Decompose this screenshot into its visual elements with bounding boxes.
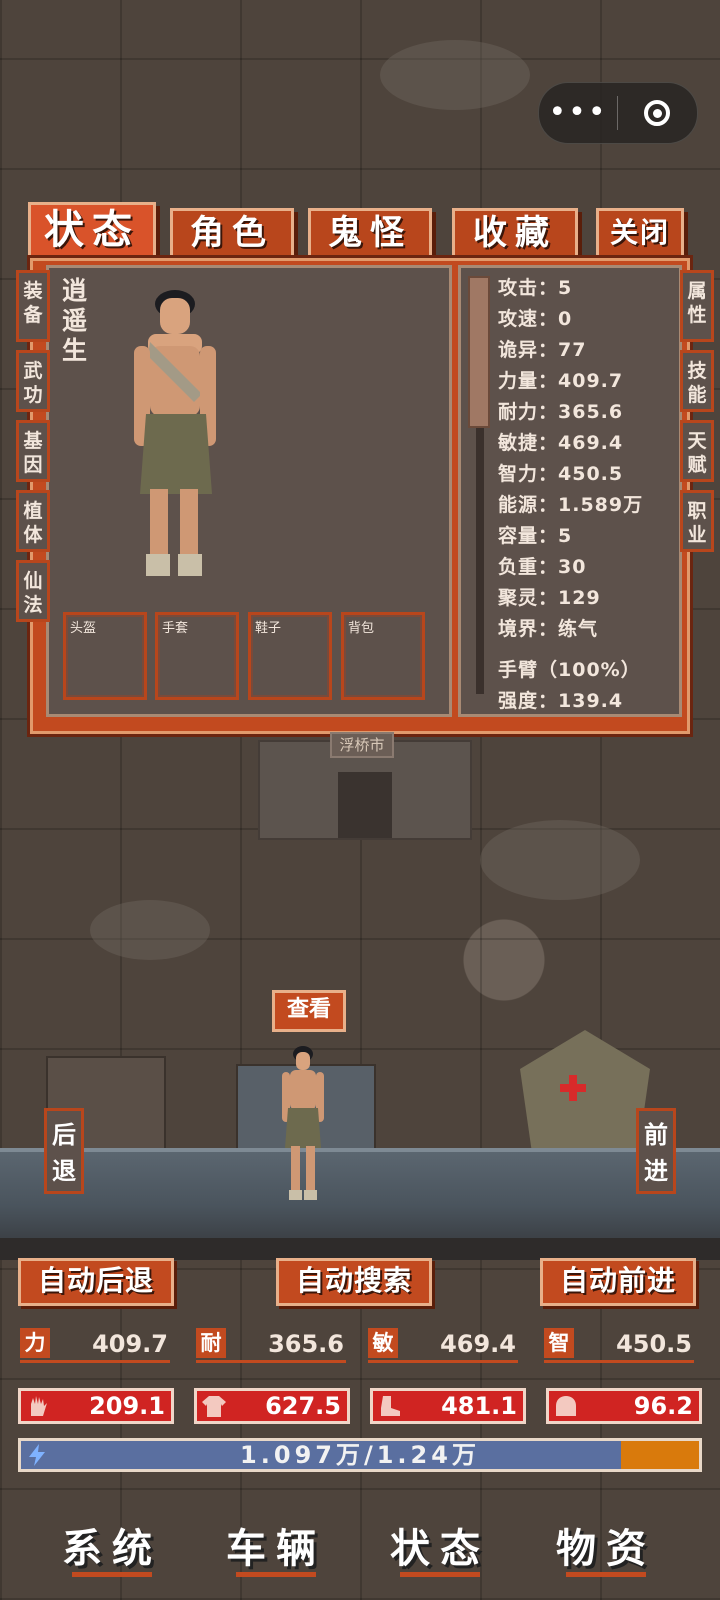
stat-spirit: 聚灵：129 (498, 587, 601, 609)
slot-label: 背包 (348, 621, 375, 636)
nav-system[interactable]: 系统 (62, 1516, 162, 1574)
auto-retreat-button[interactable]: 自动后退 (18, 1258, 174, 1306)
nav-supplies[interactable]: 物资 (556, 1516, 656, 1574)
ground-stain (90, 900, 210, 960)
slot-label: 鞋子 (255, 621, 282, 636)
stat-arm: 手臂（100%） (498, 659, 641, 681)
tab-monsters[interactable]: 鬼怪 (308, 208, 432, 260)
sidetab-equipment[interactable]: 装备 (16, 270, 50, 342)
gear-value: 209.1 (89, 1392, 165, 1420)
stat-attack-speed: 攻速：0 (498, 308, 573, 330)
attr-key: 力 (20, 1328, 50, 1358)
equip-slot-shoes[interactable]: 鞋子 (248, 612, 332, 700)
gear-value: 481.1 (441, 1392, 517, 1420)
ground-stain (480, 820, 640, 900)
miniprogram-capsule: ••• (538, 82, 698, 144)
attr-value: 365.6 (268, 1330, 344, 1358)
player-character[interactable] (278, 1044, 328, 1204)
equip-slot-backpack[interactable]: 背包 (341, 612, 425, 700)
character-name: 逍遥生 (62, 276, 88, 365)
equip-slot-helmet[interactable]: 头盔 (63, 612, 147, 700)
nav-status[interactable]: 状态 (390, 1516, 490, 1574)
sidetab-talent[interactable]: 天赋 (680, 420, 714, 482)
nav-underline (236, 1572, 316, 1577)
attr-intellect: 智 450.5 (544, 1328, 694, 1363)
ground-stain (380, 40, 530, 110)
slot-label: 头盔 (70, 621, 97, 636)
retreat-button[interactable]: 后退 (44, 1108, 84, 1194)
sidetab-skills[interactable]: 技能 (680, 350, 714, 412)
attr-key: 智 (544, 1328, 574, 1358)
stat-weird: 诡异：77 (498, 339, 587, 361)
sidetab-martial[interactable]: 武功 (16, 350, 50, 412)
stat-energy: 能源：1.589万 (498, 494, 644, 516)
tab-collection[interactable]: 收藏 (452, 208, 578, 260)
helmet-icon (556, 1396, 576, 1416)
stat-intellect: 智力：450.5 (498, 463, 624, 485)
hand-icon (31, 1396, 47, 1416)
gear-helmet: 96.2 (546, 1388, 702, 1424)
nav-vehicle[interactable]: 车辆 (226, 1516, 326, 1574)
gear-hand: 209.1 (18, 1388, 174, 1424)
energy-bar: 1.097万/1.24万 (18, 1438, 702, 1472)
street (0, 1148, 720, 1242)
stat-capacity: 容量：5 (498, 525, 573, 547)
nav-underline (400, 1572, 480, 1577)
slot-label: 手套 (162, 621, 189, 636)
view-button[interactable]: 查看 (272, 990, 346, 1032)
attr-value: 409.7 (92, 1330, 168, 1358)
shirt-icon (202, 1396, 226, 1417)
stat-intensity: 强度：139.4 (498, 690, 624, 712)
location-sign: 浮桥市 (330, 732, 394, 758)
advance-button[interactable]: 前进 (636, 1108, 676, 1194)
attr-key: 耐 (196, 1328, 226, 1358)
tab-close[interactable]: 关闭 (596, 208, 684, 260)
tab-status[interactable]: 状态 (28, 202, 156, 260)
sidetab-implant[interactable]: 植体 (16, 490, 50, 552)
stat-agility: 敏捷：469.4 (498, 432, 624, 454)
sidetab-profession[interactable]: 职业 (680, 490, 714, 552)
more-icon[interactable]: ••• (539, 98, 617, 128)
stat-attack: 攻击：5 (498, 277, 573, 299)
gear-value: 96.2 (633, 1392, 693, 1420)
auto-advance-button[interactable]: 自动前进 (540, 1258, 696, 1306)
sidetab-gene[interactable]: 基因 (16, 420, 50, 482)
attr-key: 敏 (368, 1328, 398, 1358)
sidetab-attributes[interactable]: 属性 (680, 270, 714, 342)
target-icon (644, 100, 670, 126)
energy-text: 1.097万/1.24万 (240, 1441, 480, 1469)
auto-search-button[interactable]: 自动搜索 (276, 1258, 432, 1306)
tab-character[interactable]: 角色 (170, 208, 294, 260)
stat-strength: 力量：409.7 (498, 370, 624, 392)
street-edge (0, 1238, 720, 1260)
attr-value: 469.4 (440, 1330, 516, 1358)
attr-value: 450.5 (616, 1330, 692, 1358)
attr-endurance: 耐 365.6 (196, 1328, 346, 1363)
red-cross-icon (560, 1075, 586, 1101)
equip-slot-gloves[interactable]: 手套 (155, 612, 239, 700)
stat-endurance: 耐力：365.6 (498, 401, 624, 423)
gear-value: 627.5 (265, 1392, 341, 1420)
character-portrait (134, 290, 216, 576)
stat-load: 负重：30 (498, 556, 587, 578)
stat-realm: 境界：练气 (498, 618, 599, 640)
attr-strength: 力 409.7 (20, 1328, 170, 1363)
boot-icon (381, 1396, 400, 1416)
gear-armor: 627.5 (194, 1388, 350, 1424)
nav-underline (72, 1572, 152, 1577)
nav-underline (566, 1572, 646, 1577)
attr-agility: 敏 469.4 (368, 1328, 518, 1363)
close-miniprogram-button[interactable] (618, 100, 696, 126)
city-gate (338, 772, 392, 838)
stats-scrollbar-thumb[interactable] (468, 276, 490, 428)
gear-boots: 481.1 (370, 1388, 526, 1424)
sidetab-immortal[interactable]: 仙法 (16, 560, 50, 622)
